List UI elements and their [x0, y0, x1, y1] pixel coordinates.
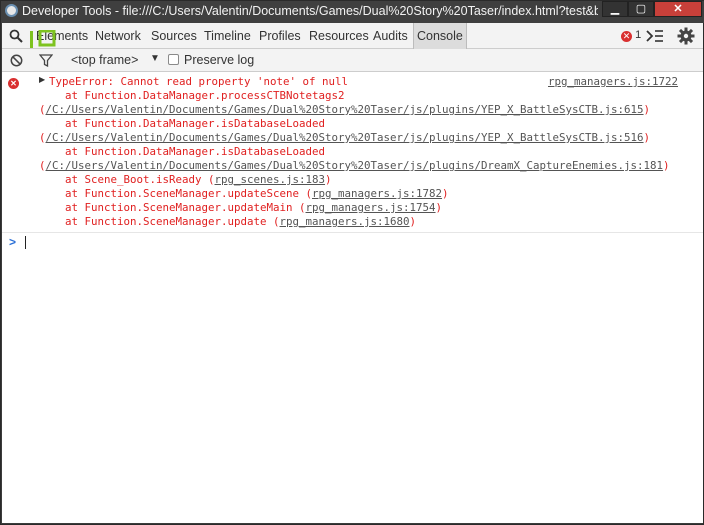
- stack-source-link[interactable]: /C:/Users/Valentin/Documents/Games/Dual%…: [46, 131, 644, 144]
- preserve-log-label[interactable]: Preserve log: [184, 53, 254, 67]
- stack-line: at Function.SceneManager.updateMain (rpg…: [39, 201, 442, 215]
- window-titlebar[interactable]: Developer Tools - file:///C:/Users/Valen…: [1, 1, 704, 23]
- expand-triangle-icon[interactable]: ▶: [39, 75, 45, 84]
- error-count-badge[interactable]: ✕ 1: [621, 29, 641, 43]
- console-filterbar: <top frame> ▼ Preserve log: [2, 49, 703, 72]
- search-icon[interactable]: [9, 29, 23, 43]
- tab-console[interactable]: Console: [413, 23, 467, 49]
- paren-close: ): [409, 215, 417, 228]
- stack-line: (/C:/Users/Valentin/Documents/Games/Dual…: [39, 131, 650, 145]
- tab-audits[interactable]: Audits: [373, 23, 408, 49]
- stack-source-link[interactable]: rpg_managers.js:1680: [280, 215, 410, 228]
- window-title: Developer Tools - file:///C:/Users/Valen…: [22, 4, 598, 18]
- clear-console-icon[interactable]: [10, 54, 23, 67]
- paren-close: ): [643, 131, 651, 144]
- stack-source-link[interactable]: rpg_managers.js:1782: [312, 187, 442, 200]
- stack-source-link[interactable]: /C:/Users/Valentin/Documents/Games/Dual%…: [46, 103, 644, 116]
- preserve-log-checkbox[interactable]: [168, 54, 179, 65]
- stack-line: at Function.DataManager.isDatabaseLoaded: [39, 145, 326, 158]
- devtools-panel: Elements Network Sources Timeline Profil…: [2, 23, 703, 523]
- stack-line: (/C:/Users/Valentin/Documents/Games/Dual…: [39, 159, 670, 173]
- panel-tabbar: Elements Network Sources Timeline Profil…: [2, 23, 703, 49]
- paren-close: ): [442, 187, 449, 200]
- error-source-link[interactable]: rpg_managers.js:1722: [548, 75, 678, 89]
- console-output: ✕ ▶ TypeError: Cannot read property 'not…: [2, 72, 703, 523]
- console-prompt[interactable]: >: [2, 233, 703, 253]
- maximize-button[interactable]: ▢: [628, 1, 654, 17]
- devtools-window: Developer Tools - file:///C:/Users/Valen…: [0, 0, 704, 525]
- stack-frame-text: at Function.SceneManager.update (: [39, 215, 280, 228]
- stack-line: at Function.SceneManager.update (rpg_man…: [39, 215, 416, 229]
- stack-line: (/C:/Users/Valentin/Documents/Games/Dual…: [39, 103, 650, 117]
- tab-resources[interactable]: Resources: [309, 23, 369, 49]
- error-circle-icon: ✕: [8, 78, 19, 89]
- stack-line: at Function.DataManager.processCTBNoteta…: [39, 89, 345, 102]
- tab-sources[interactable]: Sources: [151, 23, 197, 49]
- gear-icon[interactable]: [677, 27, 695, 45]
- stack-line: at Function.SceneManager.updateScene (rp…: [39, 187, 449, 201]
- tab-profiles[interactable]: Profiles: [259, 23, 301, 49]
- paren-close: ): [435, 201, 443, 214]
- stack-source-link[interactable]: /C:/Users/Valentin/Documents/Games/Dual%…: [46, 159, 664, 172]
- close-button[interactable]: ✕: [654, 1, 702, 17]
- paren-close: ): [663, 159, 670, 172]
- text-caret: [25, 236, 26, 249]
- chrome-app-icon: [5, 4, 18, 17]
- stack-source-link[interactable]: rpg_scenes.js:183: [215, 173, 326, 186]
- paren-close: ): [643, 103, 651, 116]
- error-count: 1: [635, 29, 642, 41]
- tab-network[interactable]: Network: [95, 23, 141, 49]
- error-text: TypeError: Cannot read property 'note' o…: [49, 75, 349, 88]
- stack-line: at Scene_Boot.isReady (rpg_scenes.js:183…: [39, 173, 332, 187]
- prompt-chevron-icon: >: [9, 235, 17, 249]
- inspect-element-icon[interactable]: [30, 30, 57, 49]
- stack-source-link[interactable]: rpg_managers.js:1754: [306, 201, 436, 214]
- tab-timeline[interactable]: Timeline: [204, 23, 251, 49]
- stack-frame-text: at Scene_Boot.isReady (: [39, 173, 215, 186]
- minimize-button[interactable]: ▁: [602, 1, 628, 17]
- paren-close: ): [325, 173, 332, 186]
- chevron-down-icon[interactable]: ▼: [150, 53, 160, 64]
- show-drawer-icon[interactable]: [646, 29, 664, 43]
- frame-selector[interactable]: <top frame>: [71, 53, 138, 67]
- filter-icon[interactable]: [39, 54, 53, 67]
- error-message: ✕ ▶ TypeError: Cannot read property 'not…: [2, 72, 703, 233]
- error-icon: ✕: [621, 31, 632, 42]
- stack-frame-text: at Function.SceneManager.updateScene (: [39, 187, 313, 200]
- stack-line: at Function.DataManager.isDatabaseLoaded: [39, 117, 326, 130]
- stack-frame-text: at Function.SceneManager.updateMain (: [39, 201, 306, 214]
